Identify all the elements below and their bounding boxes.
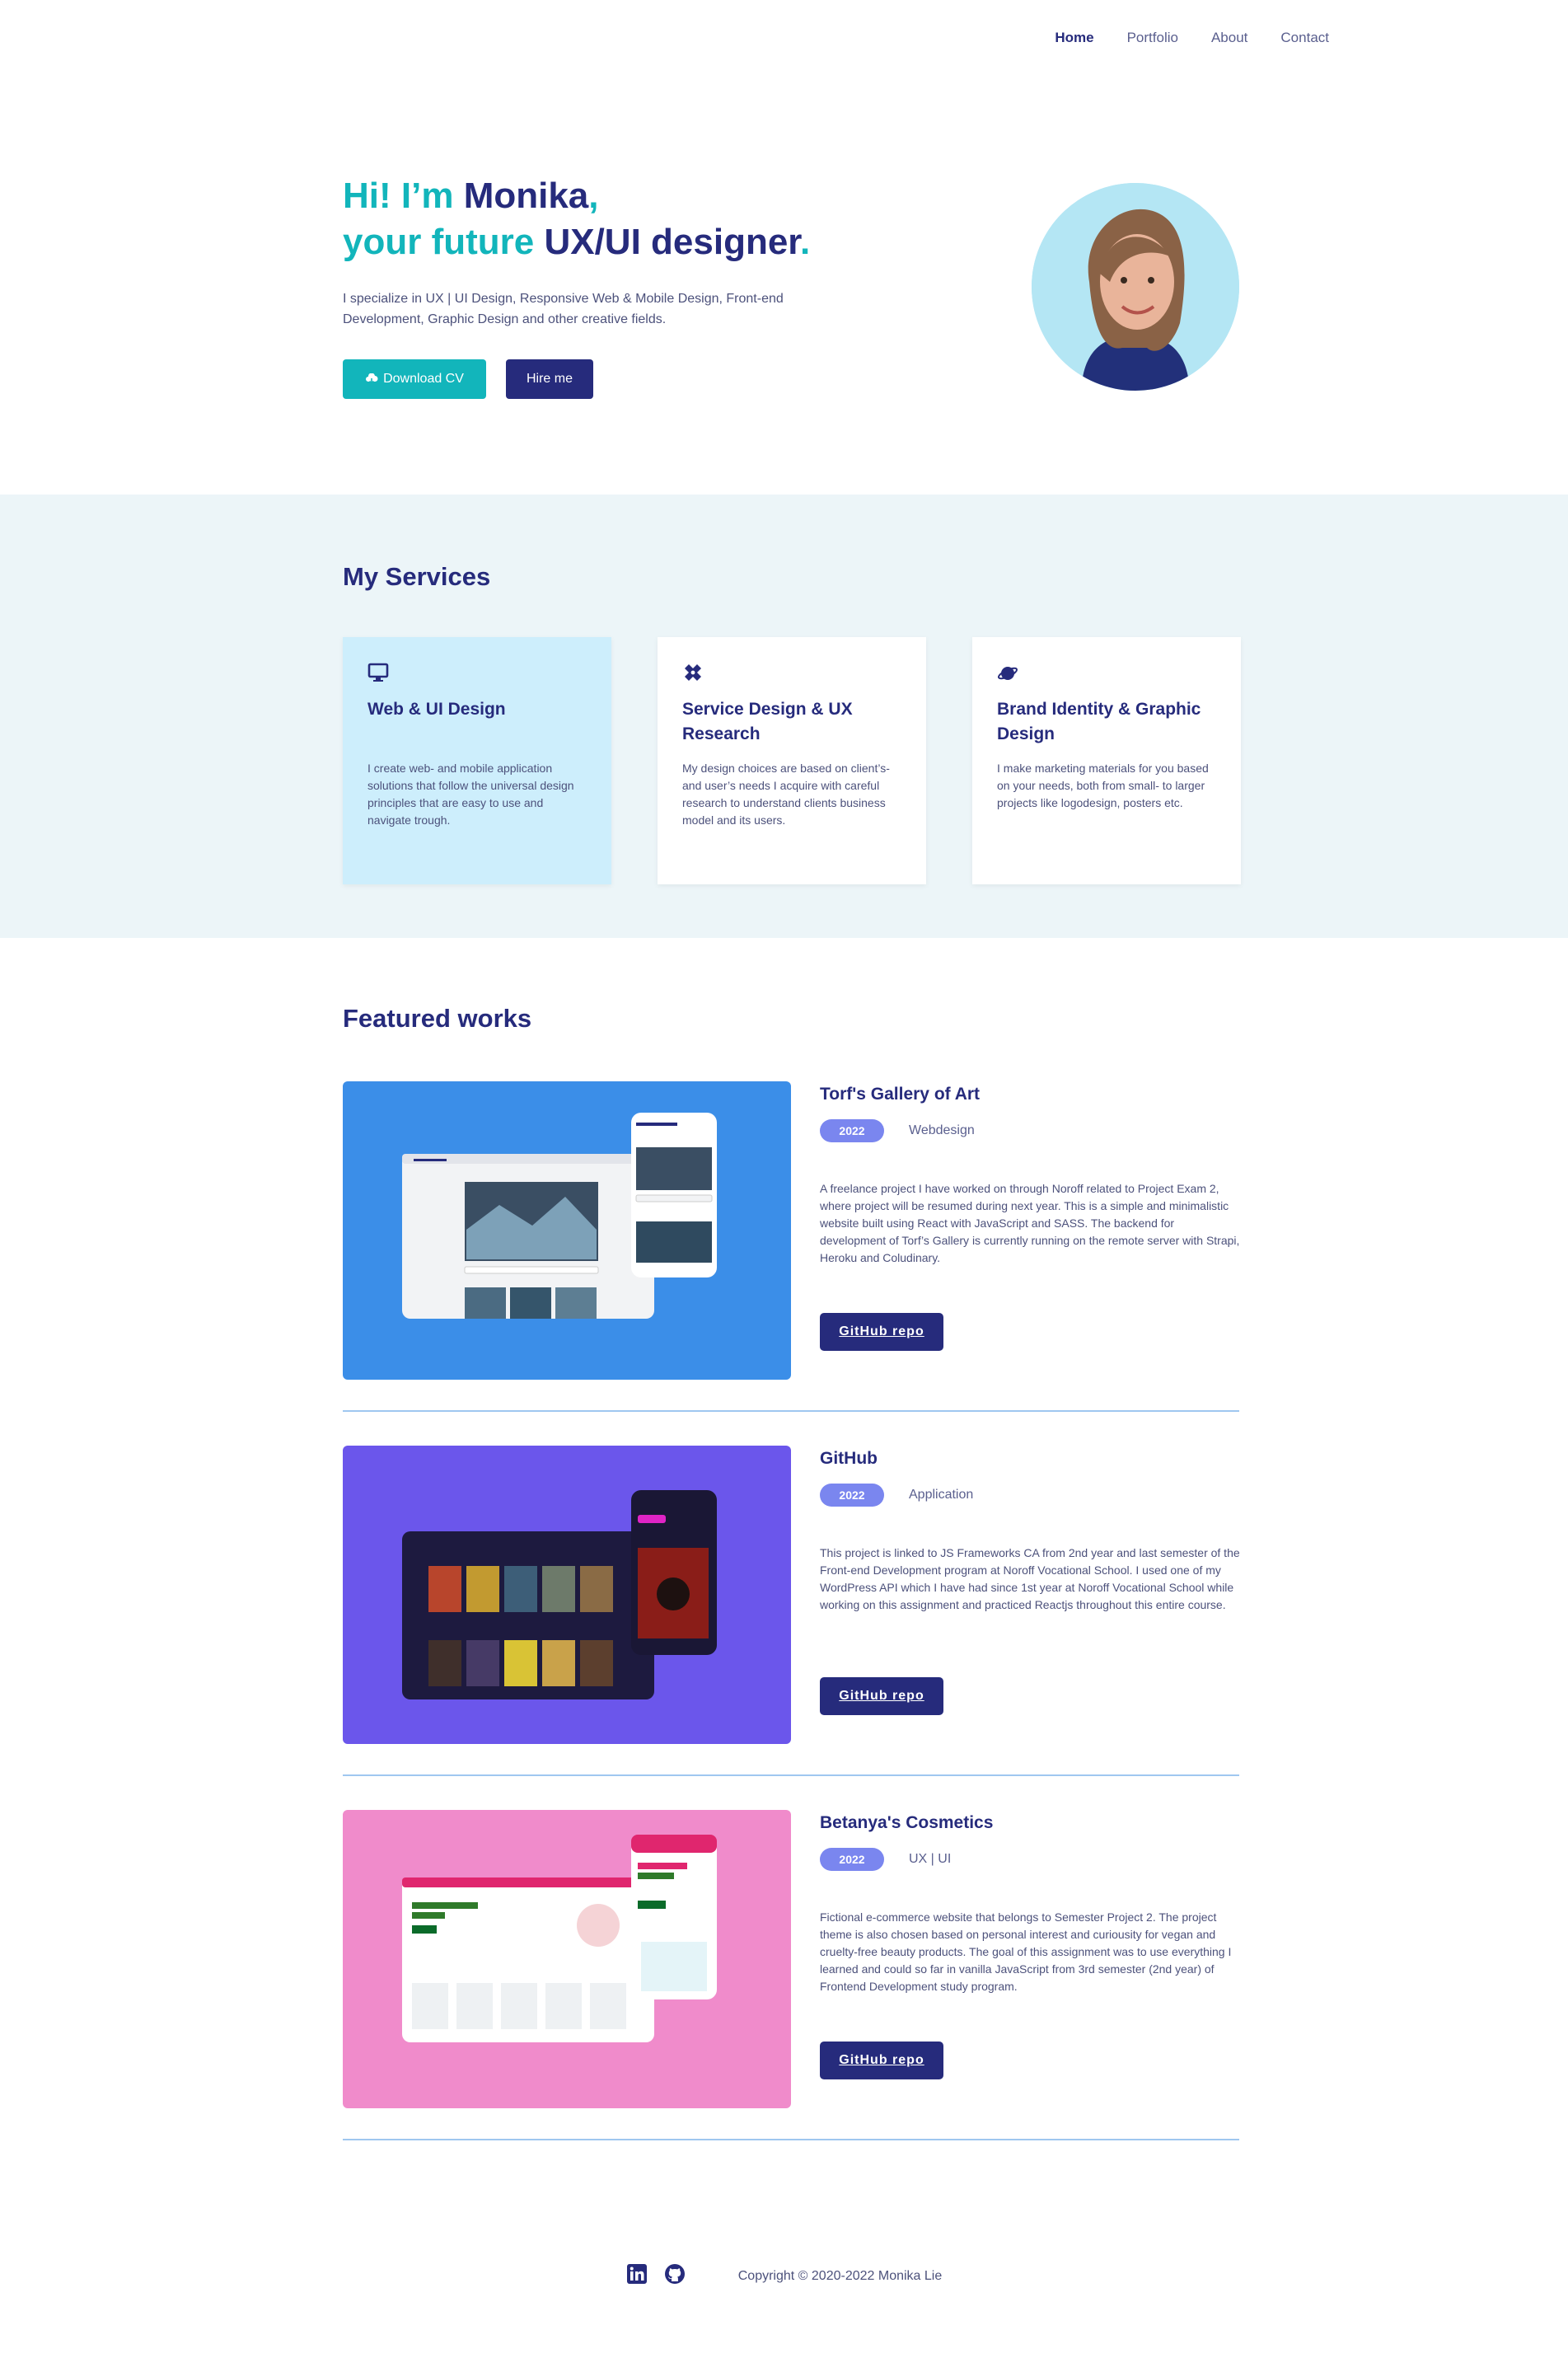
service-title-brand: Brand Identity & Graphic Design [997,700,1201,743]
year-badge: 2022 [820,1848,884,1871]
work-description: Fictional e-commerce website that belong… [820,1910,1232,1993]
work-description: A freelance project I have worked on thr… [820,1182,1240,1264]
dot-text: . [800,222,811,262]
service-text-brand: I make marketing materials for you based… [997,762,1209,809]
service-title-service-design: Service Design & UX Research [682,700,853,743]
work-meta: 2022 Webdesign [820,1119,1240,1142]
service-text-web-ui: I create web- and mobile application sol… [367,762,574,827]
profile-photo [1032,183,1239,391]
hire-me-button[interactable]: Hire me [506,359,593,399]
footer: Copyright © 2020-2022 Monika Lie [0,2263,1568,2289]
nav-portfolio[interactable]: Portfolio [1127,30,1178,46]
hero-heading: Hi! I’m Monika, your future UX/UI design… [343,173,870,265]
nav-about[interactable]: About [1211,30,1247,46]
work-title: GitHub [820,1449,878,1468]
github-link[interactable] [664,2263,686,2289]
cloud-download-icon [366,373,378,385]
copyright-text: Copyright © 2020-2022 Monika Lie [737,2268,943,2283]
services-cards: Web & UI Design I create web- and mobile… [343,637,1241,884]
hero-description: I specialize in UX | UI Design, Responsi… [343,292,784,326]
divider [343,1410,1239,1412]
divider [343,1774,1239,1776]
work-info: Betanya's Cosmetics 2022 UX | UI Fiction… [820,1810,1240,1995]
work-item-torfs-gallery: Torf's Gallery of Art 2022 Webdesign A f… [343,1081,1239,1446]
work-description: This project is linked to JS Frameworks … [820,1546,1240,1611]
work-screenshot[interactable] [343,1810,791,2108]
services-section: My Services Web & UI Design I create web… [0,495,1568,938]
services-title: My Services [343,562,491,591]
work-title: Torf's Gallery of Art [820,1085,981,1104]
year-badge: 2022 [820,1119,884,1142]
work-info: GitHub 2022 Application This project is … [820,1446,1240,1614]
github-repo-button[interactable]: GitHub repo [820,1677,943,1715]
future-text: your future [343,222,545,262]
service-card-service-design: Service Design & UX Research My design c… [658,637,926,884]
work-screenshot[interactable] [343,1081,791,1380]
planet-icon [997,667,1018,680]
hero-buttons: Download CV Hire me [343,359,870,399]
greeting-text: Hi! I’m [343,176,464,216]
work-meta: 2022 UX | UI [820,1848,1240,1871]
service-text-service-design: My design choices are based on client’s-… [682,762,890,827]
download-cv-button[interactable]: Download CV [343,359,486,399]
work-item-betanyas-cosmetics: Betanya's Cosmetics 2022 UX | UI Fiction… [343,1810,1239,2174]
work-title: Betanya's Cosmetics [820,1813,994,1832]
work-meta: 2022 Application [820,1484,1240,1507]
featured-title: Featured works [343,1004,532,1033]
work-category: Application [909,1488,974,1502]
main-nav: Home Portfolio About Contact [1055,30,1329,46]
linkedin-icon [626,2264,647,2284]
github-icon [664,2264,685,2284]
role-text: UX/UI designer [544,222,800,262]
comma-text: , [588,176,599,216]
nav-home[interactable]: Home [1055,30,1093,46]
year-badge: 2022 [820,1484,884,1507]
name-text: Monika [463,176,589,216]
hero-section: Hi! I’m Monika, your future UX/UI design… [343,173,870,399]
service-card-web-ui: Web & UI Design I create web- and mobile… [343,637,611,884]
monitor-icon [367,663,389,682]
work-info: Torf's Gallery of Art 2022 Webdesign A f… [820,1081,1240,1267]
github-repo-button[interactable]: GitHub repo [820,2042,943,2079]
work-category: Webdesign [909,1123,975,1137]
work-item-github: GitHub 2022 Application This project is … [343,1446,1240,1810]
service-card-brand: Brand Identity & Graphic Design I make m… [972,637,1241,884]
work-screenshot[interactable] [343,1446,791,1744]
tools-icon [685,664,701,681]
nav-contact[interactable]: Contact [1280,30,1329,46]
github-repo-button[interactable]: GitHub repo [820,1313,943,1351]
linkedin-link[interactable] [626,2263,648,2289]
download-cv-label: Download CV [383,372,464,386]
divider [343,2139,1239,2140]
service-title-web-ui: Web & UI Design [367,700,506,719]
work-category: UX | UI [909,1852,952,1866]
